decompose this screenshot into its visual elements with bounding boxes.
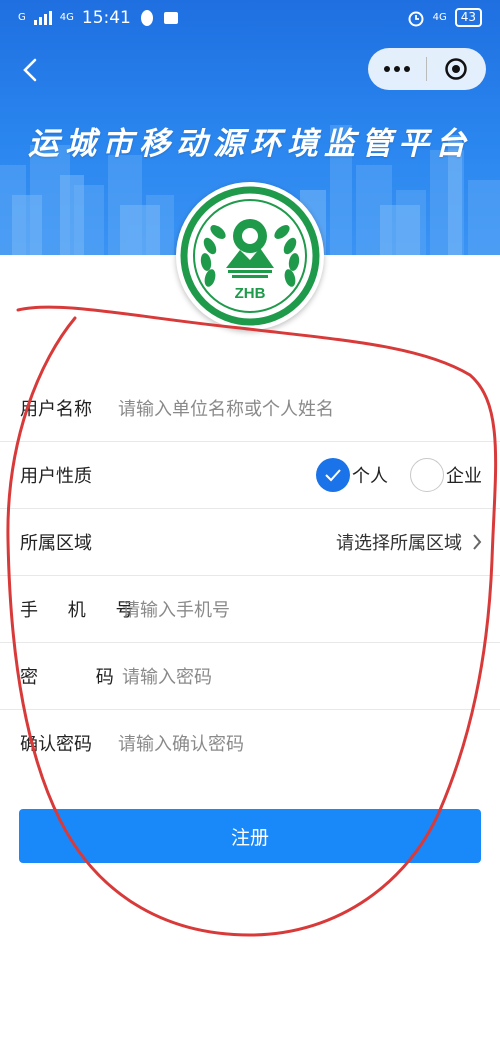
region-row[interactable]: 所属区域 请选择所属区域 <box>0 509 500 576</box>
user-type-radio-group: 个人 企业 <box>294 458 482 492</box>
status-time: 15:41 <box>81 8 131 28</box>
password-input[interactable]: 请输入密码 <box>122 663 212 689</box>
environment-logo-icon: ZHB <box>180 186 320 326</box>
radio-enterprise[interactable]: 企业 <box>410 458 482 492</box>
user-type-row: 用户性质 个人 企业 <box>0 442 500 509</box>
username-input[interactable]: 请输入单位名称或个人姓名 <box>118 395 334 421</box>
miniprogram-capsule <box>368 48 486 90</box>
register-button[interactable]: 注册 <box>19 809 481 863</box>
confirm-password-input[interactable]: 请输入确认密码 <box>118 730 244 756</box>
radio-enterprise-label: 企业 <box>446 466 482 487</box>
message-icon <box>163 12 178 24</box>
check-icon <box>316 458 350 492</box>
register-form: 用户名称 请输入单位名称或个人姓名 用户性质 个人 企业 所属区域 请选择所属区… <box>0 375 500 776</box>
chevron-left-icon <box>23 58 37 82</box>
username-row[interactable]: 用户名称 请输入单位名称或个人姓名 <box>0 375 500 442</box>
confirm-password-row[interactable]: 确认密码 请输入确认密码 <box>0 710 500 776</box>
phone-row[interactable]: 手 机 号 请输入手机号 <box>0 576 500 643</box>
battery-icon: 43 <box>454 8 482 27</box>
chevron-right-icon <box>473 534 482 550</box>
radio-empty-icon <box>410 458 444 492</box>
confirm-password-label: 确认密码 <box>20 734 92 755</box>
close-miniprogram-button[interactable] <box>427 57 485 81</box>
page-title: 运城市移动源环境监管平台 <box>28 126 472 162</box>
qq-icon <box>140 10 153 26</box>
target-circle-icon <box>445 58 467 80</box>
region-selector[interactable]: 请选择所属区域 <box>336 529 482 555</box>
region-value: 请选择所属区域 <box>336 533 462 554</box>
logo-text: ZHB <box>235 285 266 302</box>
network-type-left: G <box>18 12 26 23</box>
signal-icon <box>33 11 52 25</box>
zhb-logo: ZHB <box>176 182 324 330</box>
user-type-label: 用户性质 <box>20 466 92 487</box>
network-type-right: 4G <box>432 11 447 23</box>
back-button[interactable] <box>12 52 48 88</box>
phone-input[interactable]: 请输入手机号 <box>122 596 230 622</box>
radio-individual[interactable]: 个人 <box>316 458 388 492</box>
network-type-label: 4G <box>59 12 74 23</box>
region-label: 所属区域 <box>20 533 92 554</box>
alarm-icon <box>408 11 424 26</box>
password-row[interactable]: 密 码 请输入密码 <box>0 643 500 710</box>
status-bar: G 4G 15:41 4G 43 <box>0 0 500 40</box>
username-label: 用户名称 <box>20 399 92 420</box>
radio-individual-label: 个人 <box>352 466 388 487</box>
more-menu-button[interactable] <box>368 66 426 72</box>
